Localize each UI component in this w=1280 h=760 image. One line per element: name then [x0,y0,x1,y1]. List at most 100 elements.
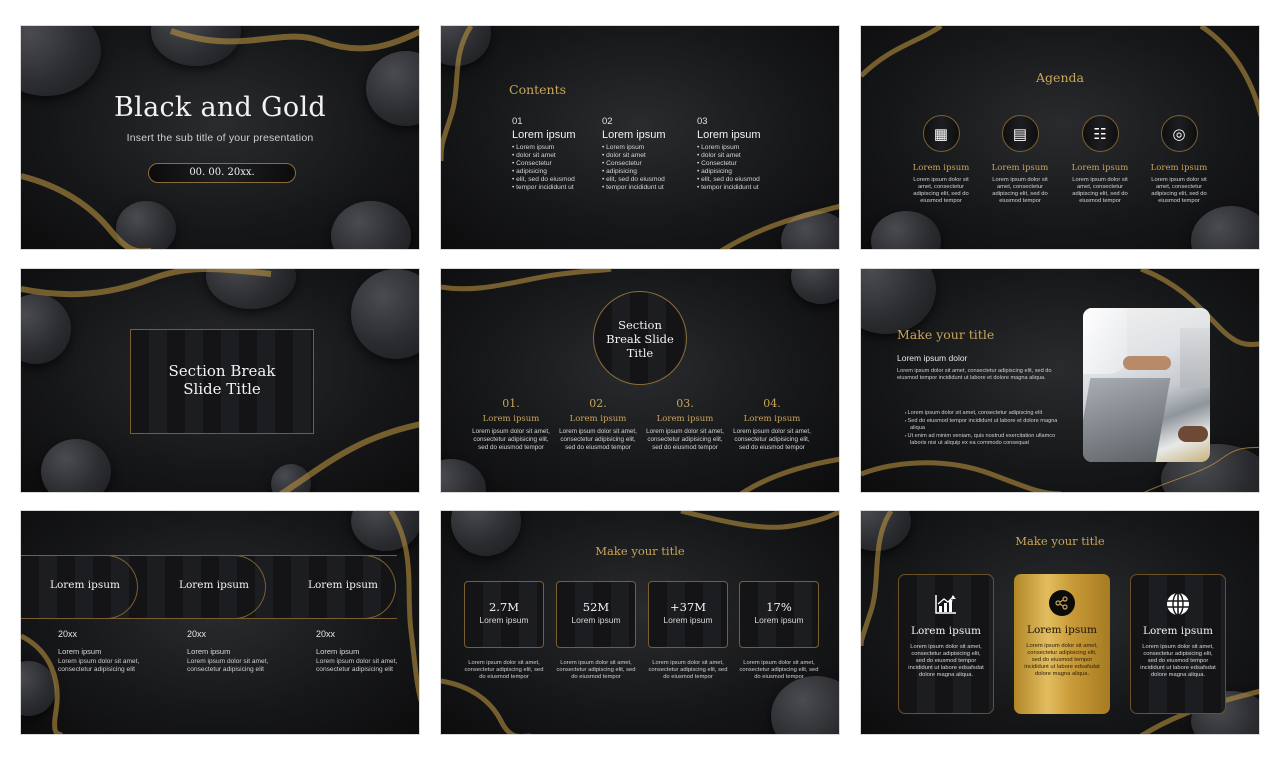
slide-subheading: Lorem ipsum dolor [897,353,968,363]
section-title: Section Break Slide Title [594,318,686,360]
list-item: Lorem ipsum [697,144,787,152]
column-title: Lorem ipsum [697,129,761,141]
photo-detail [1178,426,1208,442]
list-item: Lorem ipsum [512,144,602,152]
gold-wave-decoration [21,511,419,734]
timeline-desc: Lorem ipsum dolor sit amet, consectetur … [316,658,398,673]
timeline-desc: Lorem ipsum dolor sit amet, consectetur … [58,658,140,673]
section-title-circle: Section Break Slide Title [593,291,687,385]
timeline-year: 20xx [187,629,207,639]
slide-thumbnail-2[interactable]: Contents 01 Lorem ipsum Lorem ipsum dolo… [440,25,840,250]
list-item: adipisicing [697,168,787,176]
timeline-column: 20xx Lorem ipsum Lorem ipsum dolor sit a… [58,629,168,674]
feature-desc: Lorem ipsum dolor sit amet, consectetur … [1024,643,1100,677]
photo-detail [1180,328,1210,388]
list-item: elit, sed do eiusmod [512,176,602,184]
decorative-blob [351,269,419,359]
section-title-line: Section [618,318,662,332]
decorative-blob [21,26,101,96]
timeline-year: 20xx [316,629,336,639]
item-number: 01. [502,397,520,410]
contents-column: 02 Lorem ipsum Lorem ipsum dolor sit ame… [602,116,692,192]
decorative-blob [1191,206,1259,249]
decorative-blob [41,439,111,492]
item-desc: Lorem ipsum dolor sit amet, consectetur … [472,428,550,451]
numbered-item: 04. Lorem ipsum Lorem ipsum dolor sit am… [732,397,812,452]
stat-label: Lorem ipsum [754,615,804,625]
agenda-item: ◎ Lorem ipsum Lorem ipsum dolor sit amet… [1144,115,1214,205]
section-title-line: Title [626,346,654,360]
item-title: Lorem ipsum [569,414,627,424]
stat-desc: Lorem ipsum dolor sit amet, consectetur … [464,660,544,680]
list-item: Sed do eiusmod tempor incididunt ut labo… [905,417,1065,432]
timeline-year: 20xx [58,629,78,639]
decorative-blob [871,211,941,249]
stat-label: Lorem ipsum [571,615,621,625]
slide-heading: Make your title [1015,534,1105,548]
item-desc: Lorem ipsum dolor sit amet, consectetur … [559,428,637,451]
timeline-title: Lorem ipsum [316,647,360,656]
slide-thumbnail-4[interactable]: Section Break Slide Title [20,268,420,493]
slide-thumbnail-3[interactable]: Agenda ▦ Lorem ipsum Lorem ipsum dolor s… [860,25,1260,250]
slide-thumbnail-1[interactable]: Black and Gold Insert the sub title of y… [20,25,420,250]
office-photo [1083,308,1210,462]
target-icon: ◎ [1160,115,1198,152]
agenda-item-title: Lorem ipsum [912,163,970,173]
list-item: adipisicing [602,168,692,176]
decorative-blob [771,676,839,734]
photo-detail [1083,308,1127,374]
decorative-blob [21,661,56,716]
agenda-item-desc: Lorem ipsum dolor sit amet, consectetur … [913,177,969,204]
feature-title: Lorem ipsum [910,625,981,637]
feature-title: Lorem ipsum [1026,624,1097,636]
feature-desc: Lorem ipsum dolor sit amet, consectetur … [908,644,984,678]
calendar-icon: ▦ [922,115,960,152]
agenda-item-title: Lorem ipsum [1071,163,1129,173]
stat-card: +37M Lorem ipsum [648,581,728,648]
list-item: tempor incididunt ut [602,184,692,192]
feature-card: Lorem ipsum Lorem ipsum dolor sit amet, … [1130,574,1226,714]
list-item: Lorem ipsum [602,144,692,152]
agenda-item-title: Lorem ipsum [1150,163,1208,173]
stat-label: Lorem ipsum [479,615,529,625]
decorative-blob [781,211,839,249]
agenda-item-desc: Lorem ipsum dolor sit amet, consectetur … [992,177,1048,204]
share-icon [1049,590,1075,616]
photo-detail [1083,378,1171,462]
slide-thumbnail-7[interactable]: Lorem ipsum Lorem ipsum Lorem ipsum 20xx… [20,510,420,735]
timeline-pill-label: Lorem ipsum [178,579,249,591]
column-number: 01 [512,116,523,127]
section-heading: Agenda [1036,70,1084,85]
section-title-frame: Section Break Slide Title [130,329,314,434]
feature-card-highlighted: Lorem ipsum Lorem ipsum dolor sit amet, … [1014,574,1110,714]
timeline-column: 20xx Lorem ipsum Lorem ipsum dolor sit a… [316,629,419,674]
slide-thumbnail-5[interactable]: Section Break Slide Title 01. Lorem ipsu… [440,268,840,493]
timeline-desc: Lorem ipsum dolor sit amet, consectetur … [187,658,269,673]
list-item: Ut enim ad minim veniam, quis nostrud ex… [905,432,1065,447]
slide-title: Black and Gold [114,92,326,123]
slide-heading: Make your title [897,327,995,342]
list-item: elit, sed do eiusmod [697,176,787,184]
globe-icon [1165,591,1191,617]
slide-heading: Make your title [595,544,685,558]
date-badge: 00. 00. 20xx. [148,163,296,183]
decorative-blob [441,459,486,492]
slide-thumbnail-8[interactable]: Make your title 2.7M Lorem ipsum 52M Lor… [440,510,840,735]
agenda-item-desc: Lorem ipsum dolor sit amet, consectetur … [1151,177,1207,204]
timeline-pill-label: Lorem ipsum [307,579,378,591]
bullet-list: Lorem ipsum dolor sit amet Consectetur a… [697,144,787,192]
column-title: Lorem ipsum [602,129,666,141]
stat-card: 52M Lorem ipsum [556,581,636,648]
feature-desc: Lorem ipsum dolor sit amet, consectetur … [1140,644,1216,678]
body-paragraph: Lorem ipsum dolor sit amet, consectetur … [897,368,1052,381]
section-heading: Contents [509,82,567,97]
decorative-blob [271,464,311,492]
slide-thumbnail-9[interactable]: Make your title Lorem ipsum Lorem ipsum … [860,510,1260,735]
growth-chart-icon [933,591,959,617]
timeline-title: Lorem ipsum [187,647,231,656]
item-desc: Lorem ipsum dolor sit amet, consectetur … [646,428,724,451]
stat-card: 2.7M Lorem ipsum [464,581,544,648]
slide-thumbnail-6[interactable]: Make your title Lorem ipsum dolor Lorem … [860,268,1260,493]
numbered-item: 03. Lorem ipsum Lorem ipsum dolor sit am… [645,397,725,452]
column-title: Lorem ipsum [512,129,576,141]
